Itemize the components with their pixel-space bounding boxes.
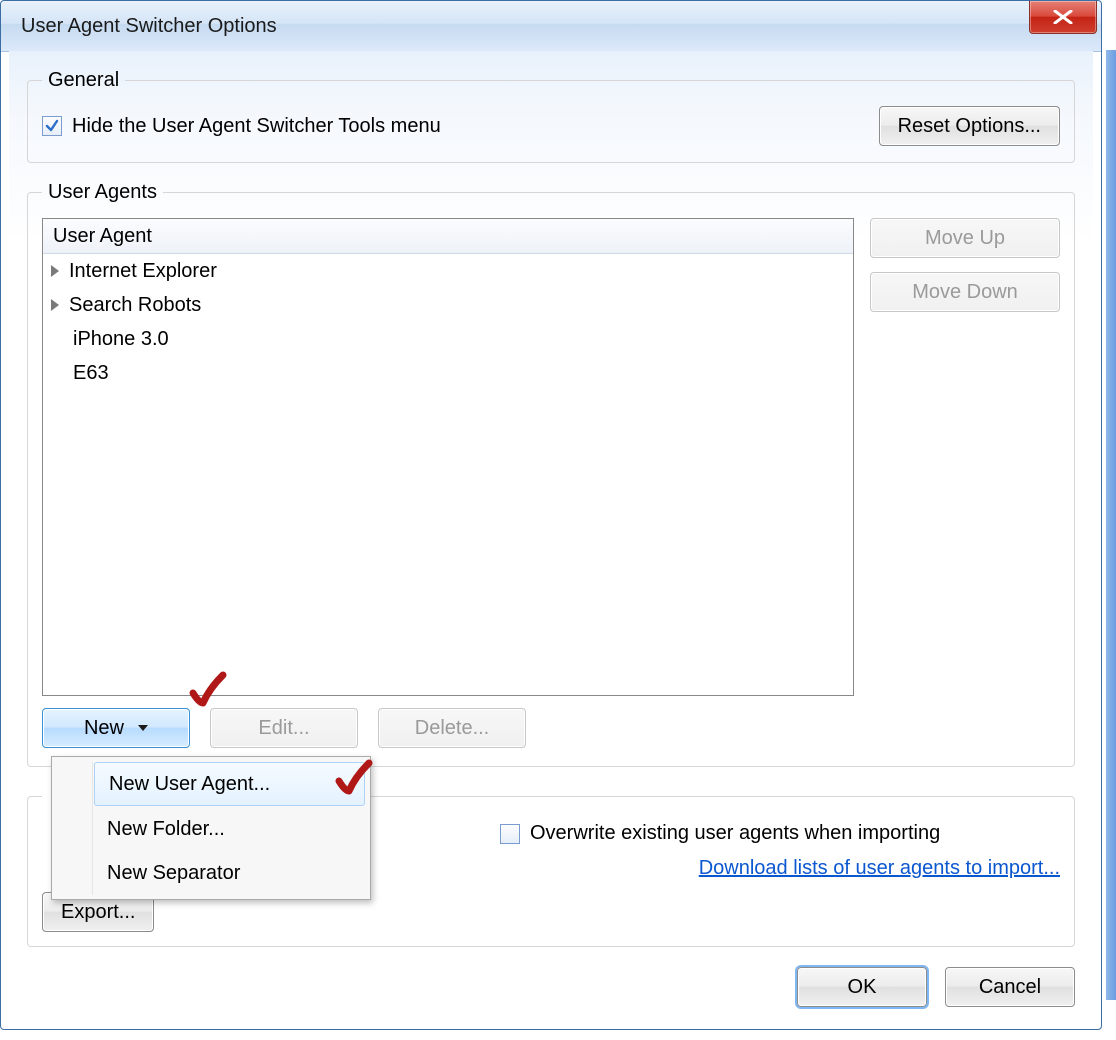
new-dropdown-menu: New User Agent... New Folder... New Sepa… xyxy=(51,756,371,900)
move-up-button[interactable]: Move Up xyxy=(870,218,1060,258)
delete-button[interactable]: Delete... xyxy=(378,708,526,748)
menu-item-label: New User Agent... xyxy=(109,773,270,796)
close-button[interactable] xyxy=(1029,1,1097,34)
user-agent-item[interactable]: iPhone 3.0 xyxy=(43,322,853,356)
user-agent-item-label: iPhone 3.0 xyxy=(73,328,169,351)
user-agent-item[interactable]: Search Robots xyxy=(43,288,853,322)
new-button[interactable]: New xyxy=(42,708,190,748)
expand-icon xyxy=(51,299,59,311)
new-button-label: New xyxy=(84,717,124,740)
menu-item-new-folder[interactable]: New Folder... xyxy=(93,807,366,851)
user-agent-item-label: E63 xyxy=(73,362,109,385)
dialog-footer: OK Cancel xyxy=(797,967,1075,1007)
close-icon xyxy=(1053,10,1073,24)
group-general: General Hide the User Agent Switcher Too… xyxy=(27,69,1075,163)
expand-icon xyxy=(51,265,59,277)
user-agent-list[interactable]: User Agent Internet Explorer Search Robo… xyxy=(42,218,854,696)
download-lists-link[interactable]: Download lists of user agents to import.… xyxy=(699,857,1060,880)
menu-item-new-user-agent[interactable]: New User Agent... xyxy=(94,762,365,806)
user-agent-item[interactable]: E63 xyxy=(43,356,853,390)
user-agent-item[interactable]: Internet Explorer xyxy=(43,254,853,288)
user-agent-item-label: Search Robots xyxy=(69,294,201,317)
menu-item-label: New Separator xyxy=(107,862,240,885)
hide-menu-label: Hide the User Agent Switcher Tools menu xyxy=(72,115,441,138)
edit-button[interactable]: Edit... xyxy=(210,708,358,748)
hide-menu-checkbox[interactable] xyxy=(42,116,62,136)
user-agent-column-header[interactable]: User Agent xyxy=(43,219,853,254)
host-window-edge xyxy=(1106,50,1116,1000)
window-title: User Agent Switcher Options xyxy=(21,15,277,38)
group-user-agents-legend: User Agents xyxy=(42,181,163,204)
dropdown-caret-icon xyxy=(138,725,148,731)
titlebar: User Agent Switcher Options xyxy=(1,1,1101,52)
check-icon xyxy=(45,119,59,133)
cancel-button[interactable]: Cancel xyxy=(945,967,1075,1007)
user-agent-item-label: Internet Explorer xyxy=(69,260,217,283)
menu-item-new-separator[interactable]: New Separator xyxy=(93,851,366,895)
ok-button[interactable]: OK xyxy=(797,967,927,1007)
overwrite-checkbox[interactable] xyxy=(500,824,520,844)
menu-item-label: New Folder... xyxy=(107,818,225,841)
group-general-legend: General xyxy=(42,69,125,92)
group-user-agents: User Agents User Agent Internet Explorer xyxy=(27,181,1075,767)
reset-options-button[interactable]: Reset Options... xyxy=(879,106,1060,146)
overwrite-label: Overwrite existing user agents when impo… xyxy=(530,822,940,845)
dialog-window: User Agent Switcher Options General xyxy=(0,0,1102,1030)
move-down-button[interactable]: Move Down xyxy=(870,272,1060,312)
